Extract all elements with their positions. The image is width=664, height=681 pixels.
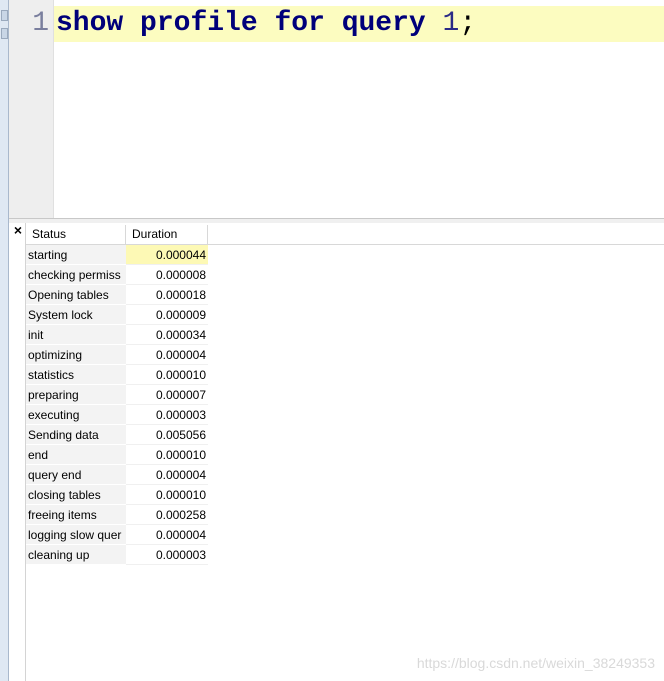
duration-cell[interactable]: 0.000044 (126, 245, 208, 265)
duration-cell[interactable]: 0.000008 (126, 265, 208, 285)
status-cell[interactable]: preparing (26, 385, 126, 405)
status-cell[interactable]: freeing items (26, 505, 126, 525)
table-row[interactable]: freeing items 0.000258 (26, 505, 226, 525)
duration-cell[interactable]: 0.000018 (126, 285, 208, 305)
table-row[interactable]: end 0.000010 (26, 445, 226, 465)
status-cell[interactable]: init (26, 325, 126, 345)
left-window-strip (0, 0, 9, 681)
status-cell[interactable]: optimizing (26, 345, 126, 365)
table-row[interactable]: System lock 0.000009 (26, 305, 226, 325)
duration-cell[interactable]: 0.005056 (126, 425, 208, 445)
duration-cell[interactable]: 0.000004 (126, 465, 208, 485)
status-cell[interactable]: statistics (26, 365, 126, 385)
status-cell[interactable]: executing (26, 405, 126, 425)
status-cell[interactable]: cleaning up (26, 545, 126, 565)
code-token: for (274, 8, 325, 39)
table-row[interactable]: optimizing 0.000004 (26, 345, 226, 365)
duration-cell[interactable]: 0.000004 (126, 525, 208, 545)
duration-cell[interactable]: 0.000258 (126, 505, 208, 525)
watermark: https://blog.csdn.net/weixin_38249353 (416, 655, 655, 671)
results-grid[interactable]: Status Duration starting 0.000044 checking… (25, 223, 664, 681)
status-cell[interactable]: query end (26, 465, 126, 485)
status-cell[interactable]: closing tables (26, 485, 126, 505)
status-cell[interactable]: System lock (26, 305, 126, 325)
table-row[interactable]: starting 0.000044 (26, 245, 226, 265)
table-row[interactable]: logging slow quer 0.000004 (26, 525, 226, 545)
table-row[interactable]: closing tables 0.000010 (26, 485, 226, 505)
line-number: 1 (32, 8, 49, 39)
strip-handle-icon (1, 28, 8, 39)
code-token: ; (459, 8, 477, 39)
table-row[interactable]: preparing 0.000007 (26, 385, 226, 405)
table-row[interactable]: init 0.000034 (26, 325, 226, 345)
status-cell[interactable]: Opening tables (26, 285, 126, 305)
code-token: query (341, 8, 426, 39)
duration-cell[interactable]: 0.000003 (126, 545, 208, 565)
duration-cell[interactable]: 0.000010 (126, 445, 208, 465)
code-token: show (56, 8, 124, 39)
strip-handle-icon (1, 10, 8, 21)
table-row[interactable]: statistics 0.000010 (26, 365, 226, 385)
table-row[interactable]: query end 0.000004 (26, 465, 226, 485)
sql-editor[interactable]: 1 show profile for query 1; (9, 0, 664, 218)
status-cell[interactable]: checking permiss (26, 265, 126, 285)
grid-rows: starting 0.000044 checking permiss 0.000008… (26, 245, 226, 565)
code-token: profile (140, 8, 258, 39)
current-code-line[interactable]: show profile for query 1; (54, 6, 664, 42)
grid-header: Status Duration (26, 225, 664, 245)
table-row[interactable]: executing 0.000003 (26, 405, 226, 425)
table-row[interactable]: cleaning up 0.000003 (26, 545, 226, 565)
duration-cell[interactable]: 0.000003 (126, 405, 208, 425)
status-cell[interactable]: end (26, 445, 126, 465)
table-row[interactable]: Opening tables 0.000018 (26, 285, 226, 305)
table-row[interactable]: checking permiss 0.000008 (26, 265, 226, 285)
duration-cell[interactable]: 0.000009 (126, 305, 208, 325)
duration-cell[interactable]: 0.000034 (126, 325, 208, 345)
duration-cell[interactable]: 0.000004 (126, 345, 208, 365)
sql-query-text[interactable]: show profile for query 1; (56, 8, 476, 40)
column-header-duration[interactable]: Duration (126, 225, 208, 244)
duration-cell[interactable]: 0.000010 (126, 365, 208, 385)
status-cell[interactable]: Sending data (26, 425, 126, 445)
code-token: 1 (442, 8, 460, 39)
status-cell[interactable]: starting (26, 245, 126, 265)
duration-cell[interactable]: 0.000010 (126, 485, 208, 505)
close-results-button[interactable]: × (11, 223, 25, 237)
duration-cell[interactable]: 0.000007 (126, 385, 208, 405)
line-number-gutter: 1 (9, 0, 54, 218)
table-row[interactable]: Sending data 0.005056 (26, 425, 226, 445)
column-header-status[interactable]: Status (26, 225, 126, 244)
results-panel: × Status Duration starting 0.000044 checki… (9, 223, 664, 681)
status-cell[interactable]: logging slow quer (26, 525, 126, 545)
